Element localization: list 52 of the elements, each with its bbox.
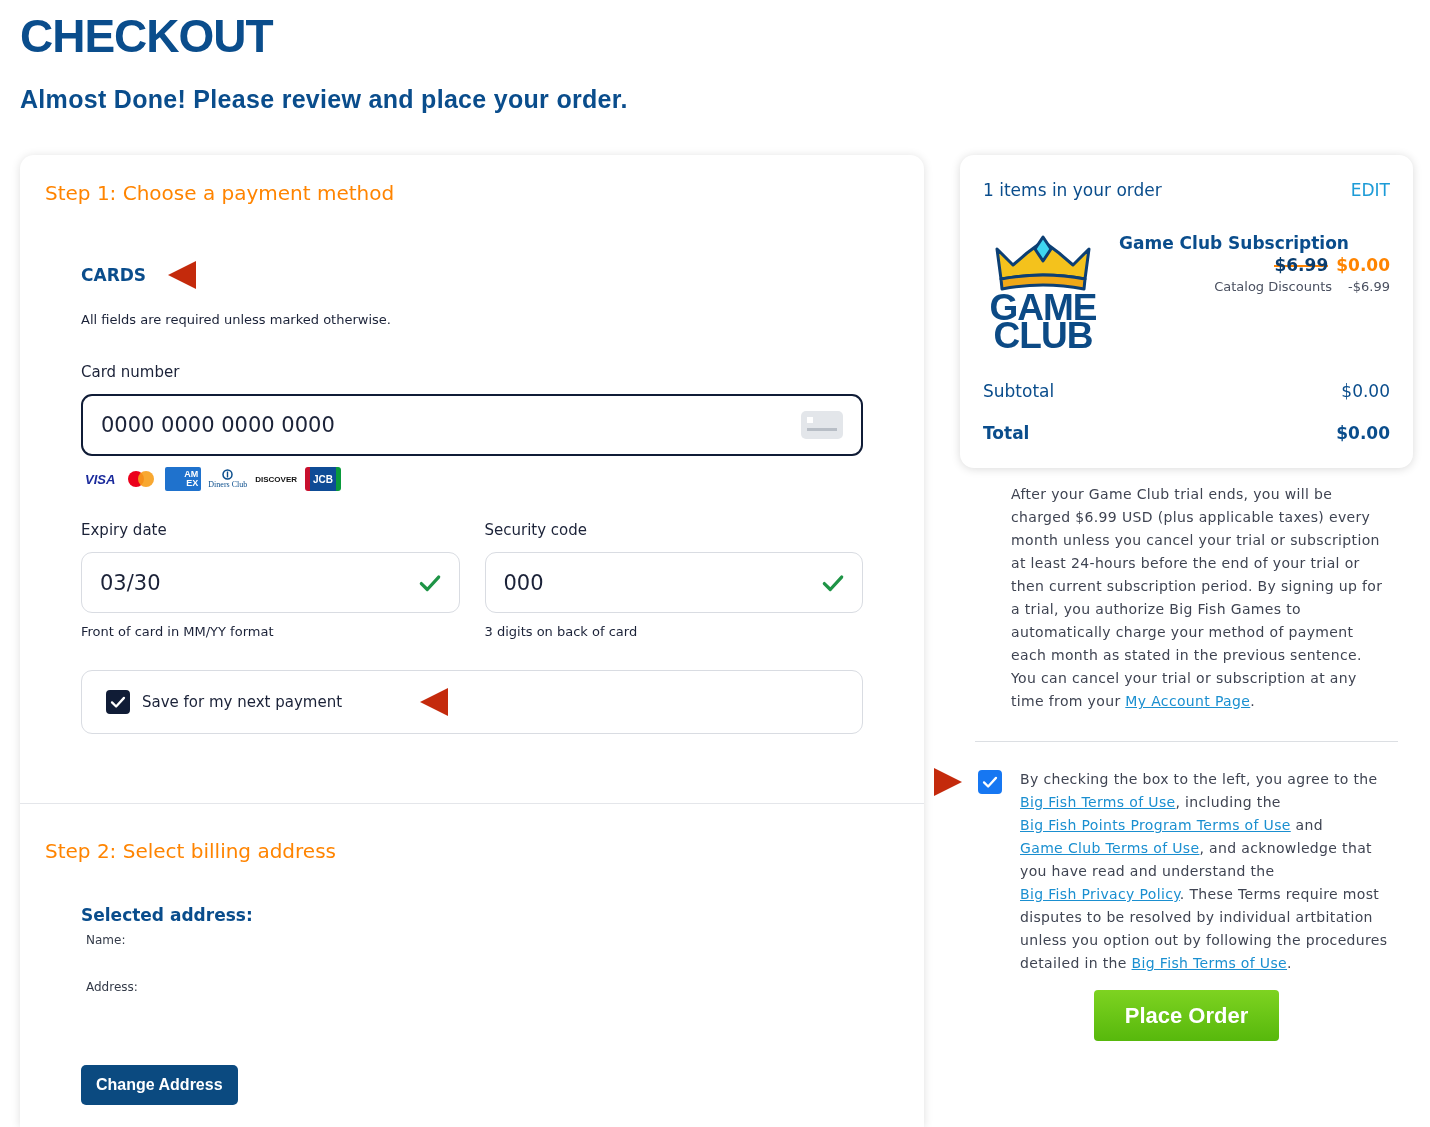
field-hint: 3 digits on back of card bbox=[484, 623, 639, 641]
field-hint: Front of card in MM/YY format bbox=[81, 623, 275, 641]
text-link[interactable]: Big Fish Terms of Use bbox=[1020, 794, 1176, 810]
text-link[interactable]: My Account Page bbox=[1125, 693, 1251, 709]
address-label: Address: bbox=[85, 979, 139, 996]
field-label: Security code bbox=[484, 520, 589, 540]
checkbox[interactable] bbox=[978, 770, 1002, 794]
section-heading: Selected address: bbox=[81, 904, 254, 926]
subtotal-label: Subtotal bbox=[983, 380, 1055, 403]
subtotal-amount: $0.00 bbox=[1341, 380, 1390, 403]
required-note: All fields are required unless marked otherwise. bbox=[81, 311, 392, 329]
discount-label: Catalog Discounts bbox=[1214, 278, 1333, 296]
section-heading: CARDS bbox=[81, 265, 147, 285]
discount-amount: -$6.99 bbox=[1348, 278, 1390, 296]
field-label: Expiry date bbox=[81, 520, 168, 540]
pointer-triangle-icon bbox=[420, 688, 449, 716]
step-heading: Step 2: Select billing address bbox=[45, 838, 337, 864]
terms-agreement: By checking the box to the left, you agree to the Big Fish Terms of Use, including the Big Fish Points Program Terms of Use and Game Club Terms of Use, and acknowledge that you have read and understand the Big Fish Privacy Policy. These Terms require most disputes to be resolved by individual artbitation unless you option out by following the procedures detailed in the Big Fish Terms of Use. bbox=[1020, 770, 1389, 973]
checkbox[interactable] bbox=[106, 690, 130, 714]
text-field[interactable]: 000 bbox=[484, 552, 863, 613]
address-label: Name: bbox=[85, 932, 127, 949]
change-address-button[interactable]: Change Address bbox=[81, 1065, 238, 1105]
total-amount: $0.00 bbox=[1336, 422, 1390, 445]
card-brand-logo: Diners Club bbox=[208, 479, 248, 490]
checkbox-label[interactable]: Save for my next payment bbox=[142, 693, 343, 711]
sale-price: $0.00 bbox=[1336, 254, 1390, 276]
edit-link[interactable]: EDIT bbox=[1350, 180, 1390, 200]
field-label: Card number bbox=[81, 362, 181, 382]
page-title: CHECKOUT bbox=[20, 10, 274, 62]
logo-wordmark: GAME CLUB bbox=[988, 294, 1098, 350]
overlapping-circles-icon bbox=[127, 470, 156, 488]
product-name: Game Club Subscription bbox=[1119, 232, 1350, 254]
text-link[interactable]: Big Fish Terms of Use bbox=[1131, 955, 1288, 971]
text-link[interactable]: Game Club Terms of Use bbox=[1020, 840, 1200, 856]
text-link[interactable]: Big Fish Points Program Terms of Use bbox=[1020, 817, 1291, 833]
place-order-button[interactable]: Place Order bbox=[1094, 990, 1279, 1041]
page-subtitle: Almost Done! Please review and place your order. bbox=[20, 84, 629, 114]
credit-card-icon bbox=[801, 411, 843, 439]
card-brand-logo: JCB bbox=[305, 467, 342, 491]
text-link[interactable]: Big Fish Privacy Policy bbox=[1020, 886, 1180, 902]
order-count: 1 items in your order bbox=[983, 180, 1162, 200]
card-brand-logo: VISA bbox=[84, 470, 117, 489]
pointer-triangle-icon bbox=[934, 768, 962, 796]
card-number-field[interactable]: 0000 0000 0000 0000 bbox=[81, 394, 863, 456]
text-field[interactable]: 03/30 bbox=[81, 552, 460, 613]
pointer-triangle-icon bbox=[168, 261, 197, 289]
subscription-disclaimer: After your Game Club trial ends, you will be charged $6.99 USD (plus applicable taxes) every month unless you cancel your trial or subscription at least 24-hours before the end of your trial or then current subscription period. By signing up for a trial, you authorize Big Fish Games to automatically charge your method of payment each month as stated in the previous sentence. You can cancel your trial or subscription at any time from your My Account Page. bbox=[1011, 485, 1384, 711]
step-heading: Step 1: Choose a payment method bbox=[45, 180, 396, 206]
card-brand-logo: AM EX bbox=[165, 467, 202, 491]
card-brand-logo: DISCOVER bbox=[254, 473, 299, 486]
ring-icon bbox=[222, 468, 234, 480]
total-label: Total bbox=[983, 422, 1030, 445]
